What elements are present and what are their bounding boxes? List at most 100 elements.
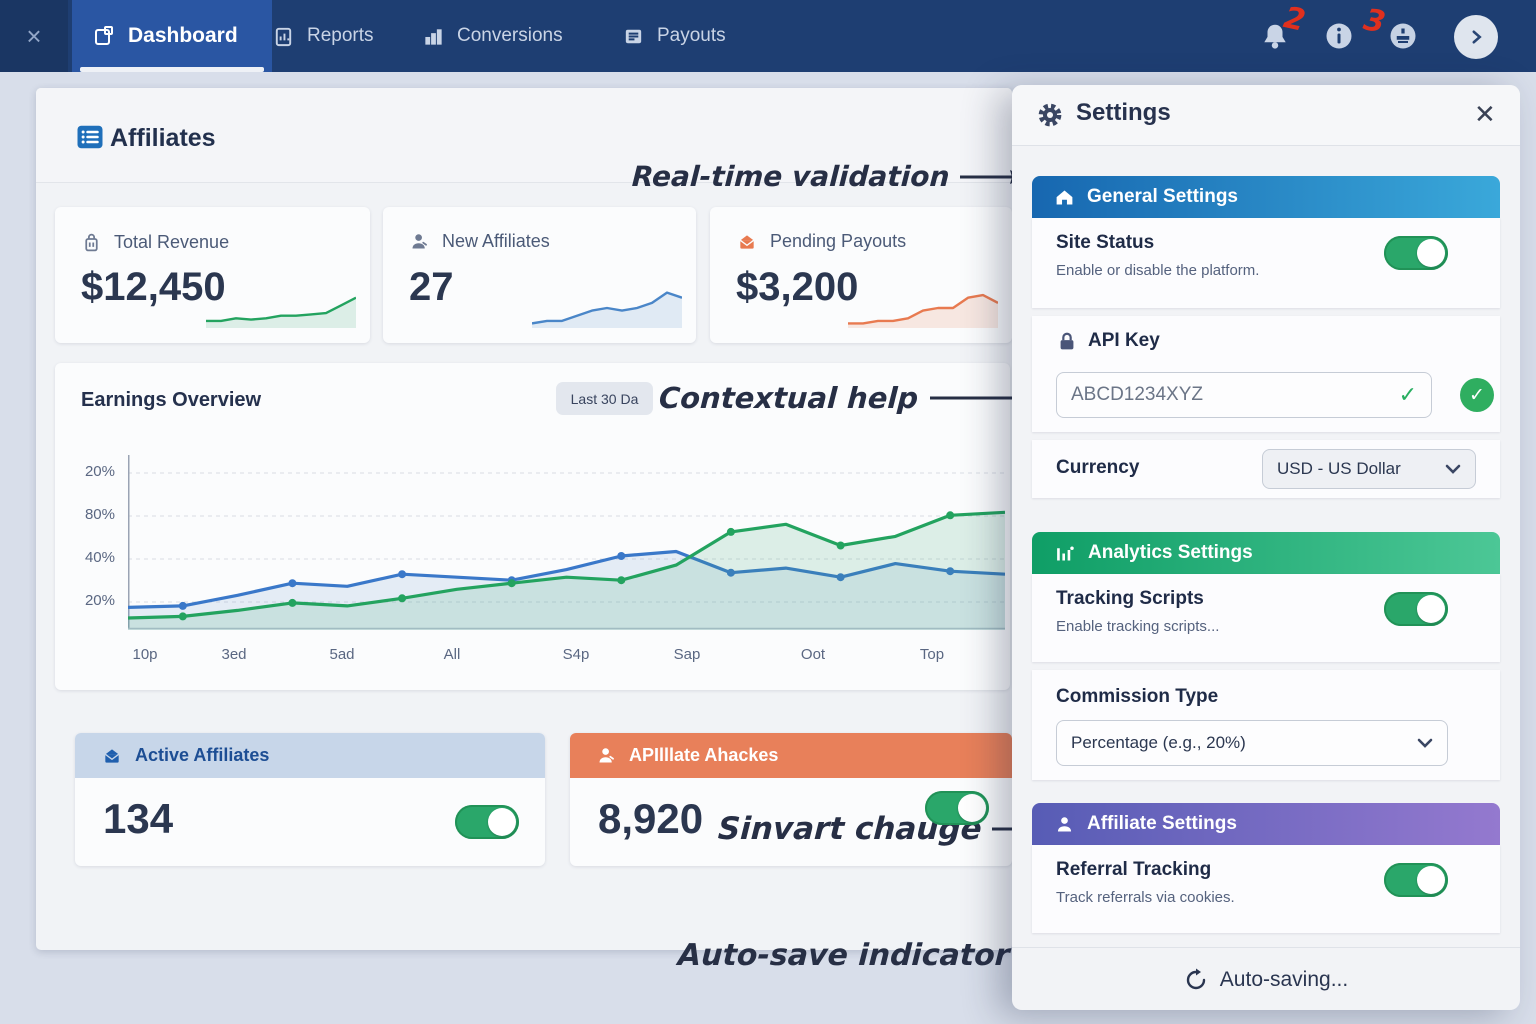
section-title: General Settings xyxy=(1087,186,1238,208)
stamp-icon[interactable] xyxy=(1388,21,1418,51)
valid-check-icon: ✓ xyxy=(1399,382,1417,408)
tab-payouts[interactable]: Payouts xyxy=(602,0,746,72)
affiliates-list-icon xyxy=(74,122,106,152)
nav-close-icon[interactable]: × xyxy=(0,0,68,72)
x-axis-tick: Top xyxy=(920,646,944,663)
sparkline-chart xyxy=(848,284,998,328)
x-axis-tick: 10p xyxy=(132,646,157,663)
commission-value: Percentage (e.g., 20%) xyxy=(1071,733,1246,753)
site-status-row: Site Status Enable or disable the platfo… xyxy=(1032,218,1500,308)
close-icon[interactable]: ✕ xyxy=(1474,99,1496,130)
conversions-icon xyxy=(422,25,445,48)
stat-label: Total Revenue xyxy=(114,232,229,253)
mail-icon xyxy=(736,232,758,252)
earnings-line-chart xyxy=(128,455,1005,630)
commission-type-select[interactable]: Percentage (e.g., 20%) xyxy=(1056,720,1448,766)
autosave-text: Auto-saving... xyxy=(1220,968,1348,992)
tab-reports[interactable]: Reports xyxy=(252,0,394,72)
active-tab-underline xyxy=(80,67,264,72)
setting-desc: Track referrals via cookies. xyxy=(1056,889,1235,906)
setting-desc: Enable tracking scripts... xyxy=(1056,618,1219,635)
earnings-overview-panel: Earnings Overview Last 30 Da Contextual … xyxy=(55,363,1010,690)
validation-status-icon: ✓ xyxy=(1460,378,1494,412)
annotation-realtime-validation: Real-time validation xyxy=(632,160,1026,193)
section-title: Affiliate Settings xyxy=(1087,813,1237,835)
settings-panel: Settings ✕ General Settings Site Status … xyxy=(1012,85,1520,1010)
referral-tracking-toggle[interactable] xyxy=(1384,863,1448,897)
payouts-icon xyxy=(622,25,645,48)
chevron-down-icon xyxy=(1417,738,1433,748)
setting-label: Referral Tracking xyxy=(1056,859,1211,881)
stat-label: New Affiliates xyxy=(442,231,550,252)
currency-row: Currency USD - US Dollar xyxy=(1032,440,1500,498)
stat-value: $3,200 xyxy=(736,265,858,310)
home-icon xyxy=(1054,187,1075,208)
tracking-scripts-row: Tracking Scripts Enable tracking scripts… xyxy=(1032,574,1500,662)
y-axis-tick: 20% xyxy=(69,592,115,609)
affiliate-api-toggle[interactable] xyxy=(925,791,989,825)
currency-select[interactable]: USD - US Dollar xyxy=(1262,449,1476,489)
x-axis-tick: Sap xyxy=(674,646,701,663)
section-analytics-settings: Analytics Settings xyxy=(1032,532,1500,574)
gear-icon xyxy=(1036,101,1064,129)
autosave-indicator: Auto-saving... xyxy=(1012,947,1520,1011)
card-title: APIlllate Ahackes xyxy=(629,745,778,766)
setting-desc: Enable or disable the platform. xyxy=(1056,262,1259,279)
x-axis-tick: 3ed xyxy=(221,646,246,663)
section-general-settings: General Settings xyxy=(1032,176,1500,218)
sparkline-chart xyxy=(532,284,682,328)
currency-value: USD - US Dollar xyxy=(1277,459,1401,479)
active-affiliates-card: Active Affiliates 134 xyxy=(75,733,545,866)
expand-arrow-button[interactable] xyxy=(1454,15,1498,59)
site-status-toggle[interactable] xyxy=(1384,236,1448,270)
top-nav: × Dashboard Reports Conversions Payouts … xyxy=(0,0,1536,72)
bar-chart-icon xyxy=(1054,543,1076,564)
x-axis-tick: 5ad xyxy=(329,646,354,663)
chevron-right-icon xyxy=(1467,28,1485,46)
spinner-icon xyxy=(1184,968,1208,992)
y-axis-tick: 40% xyxy=(69,549,115,566)
x-axis-tick: All xyxy=(444,646,461,663)
card-value: 134 xyxy=(103,795,173,843)
y-axis-tick: 80% xyxy=(69,506,115,523)
info-icon[interactable] xyxy=(1324,21,1354,51)
chevron-down-icon xyxy=(1445,464,1461,474)
setting-label: Commission Type xyxy=(1056,686,1218,708)
stat-card-new-affiliates: New Affiliates 27 xyxy=(383,207,696,343)
tab-label: Dashboard xyxy=(128,24,238,48)
y-axis-tick: 20% xyxy=(69,463,115,480)
annotation-arrow-icon xyxy=(992,820,1012,838)
dashboard-icon xyxy=(92,24,116,48)
bell-badge-count: 2 xyxy=(1281,0,1309,39)
tab-label: Conversions xyxy=(457,25,563,47)
mail-icon xyxy=(101,746,123,766)
settings-header: Settings ✕ xyxy=(1012,85,1520,146)
x-axis-tick: S4p xyxy=(563,646,590,663)
tracking-scripts-toggle[interactable] xyxy=(1384,592,1448,626)
setting-label: Tracking Scripts xyxy=(1056,588,1204,610)
user-badge-count: 3 xyxy=(1361,2,1389,41)
commission-type-row: Commission Type Percentage (e.g., 20%) xyxy=(1032,670,1500,780)
user-icon xyxy=(409,231,430,252)
x-axis-tick: Oot xyxy=(801,646,825,663)
setting-label: Site Status xyxy=(1056,232,1154,254)
tab-label: Payouts xyxy=(657,25,726,47)
active-affiliates-toggle[interactable] xyxy=(455,805,519,839)
settings-title: Settings xyxy=(1076,99,1171,127)
setting-label: API Key xyxy=(1088,330,1160,352)
section-affiliate-settings: Affiliate Settings xyxy=(1032,803,1500,845)
user-icon xyxy=(1054,814,1075,835)
stat-value: $12,450 xyxy=(81,265,226,310)
api-key-input[interactable]: ABCD1234XYZ ✓ xyxy=(1056,372,1432,418)
stat-value: 27 xyxy=(409,265,454,310)
reports-icon xyxy=(272,25,295,48)
tab-dashboard[interactable]: Dashboard xyxy=(72,0,272,72)
api-key-value: ABCD1234XYZ xyxy=(1071,384,1203,406)
card-title: Active Affiliates xyxy=(135,745,269,766)
date-range-button[interactable]: Last 30 Da xyxy=(556,382,653,415)
setting-label: Currency xyxy=(1056,457,1139,479)
sparkline-chart xyxy=(206,284,356,328)
main-panel: Affiliates Real-time validation Total Re… xyxy=(36,88,1012,950)
section-title: Analytics Settings xyxy=(1088,542,1253,564)
tab-conversions[interactable]: Conversions xyxy=(402,0,583,72)
